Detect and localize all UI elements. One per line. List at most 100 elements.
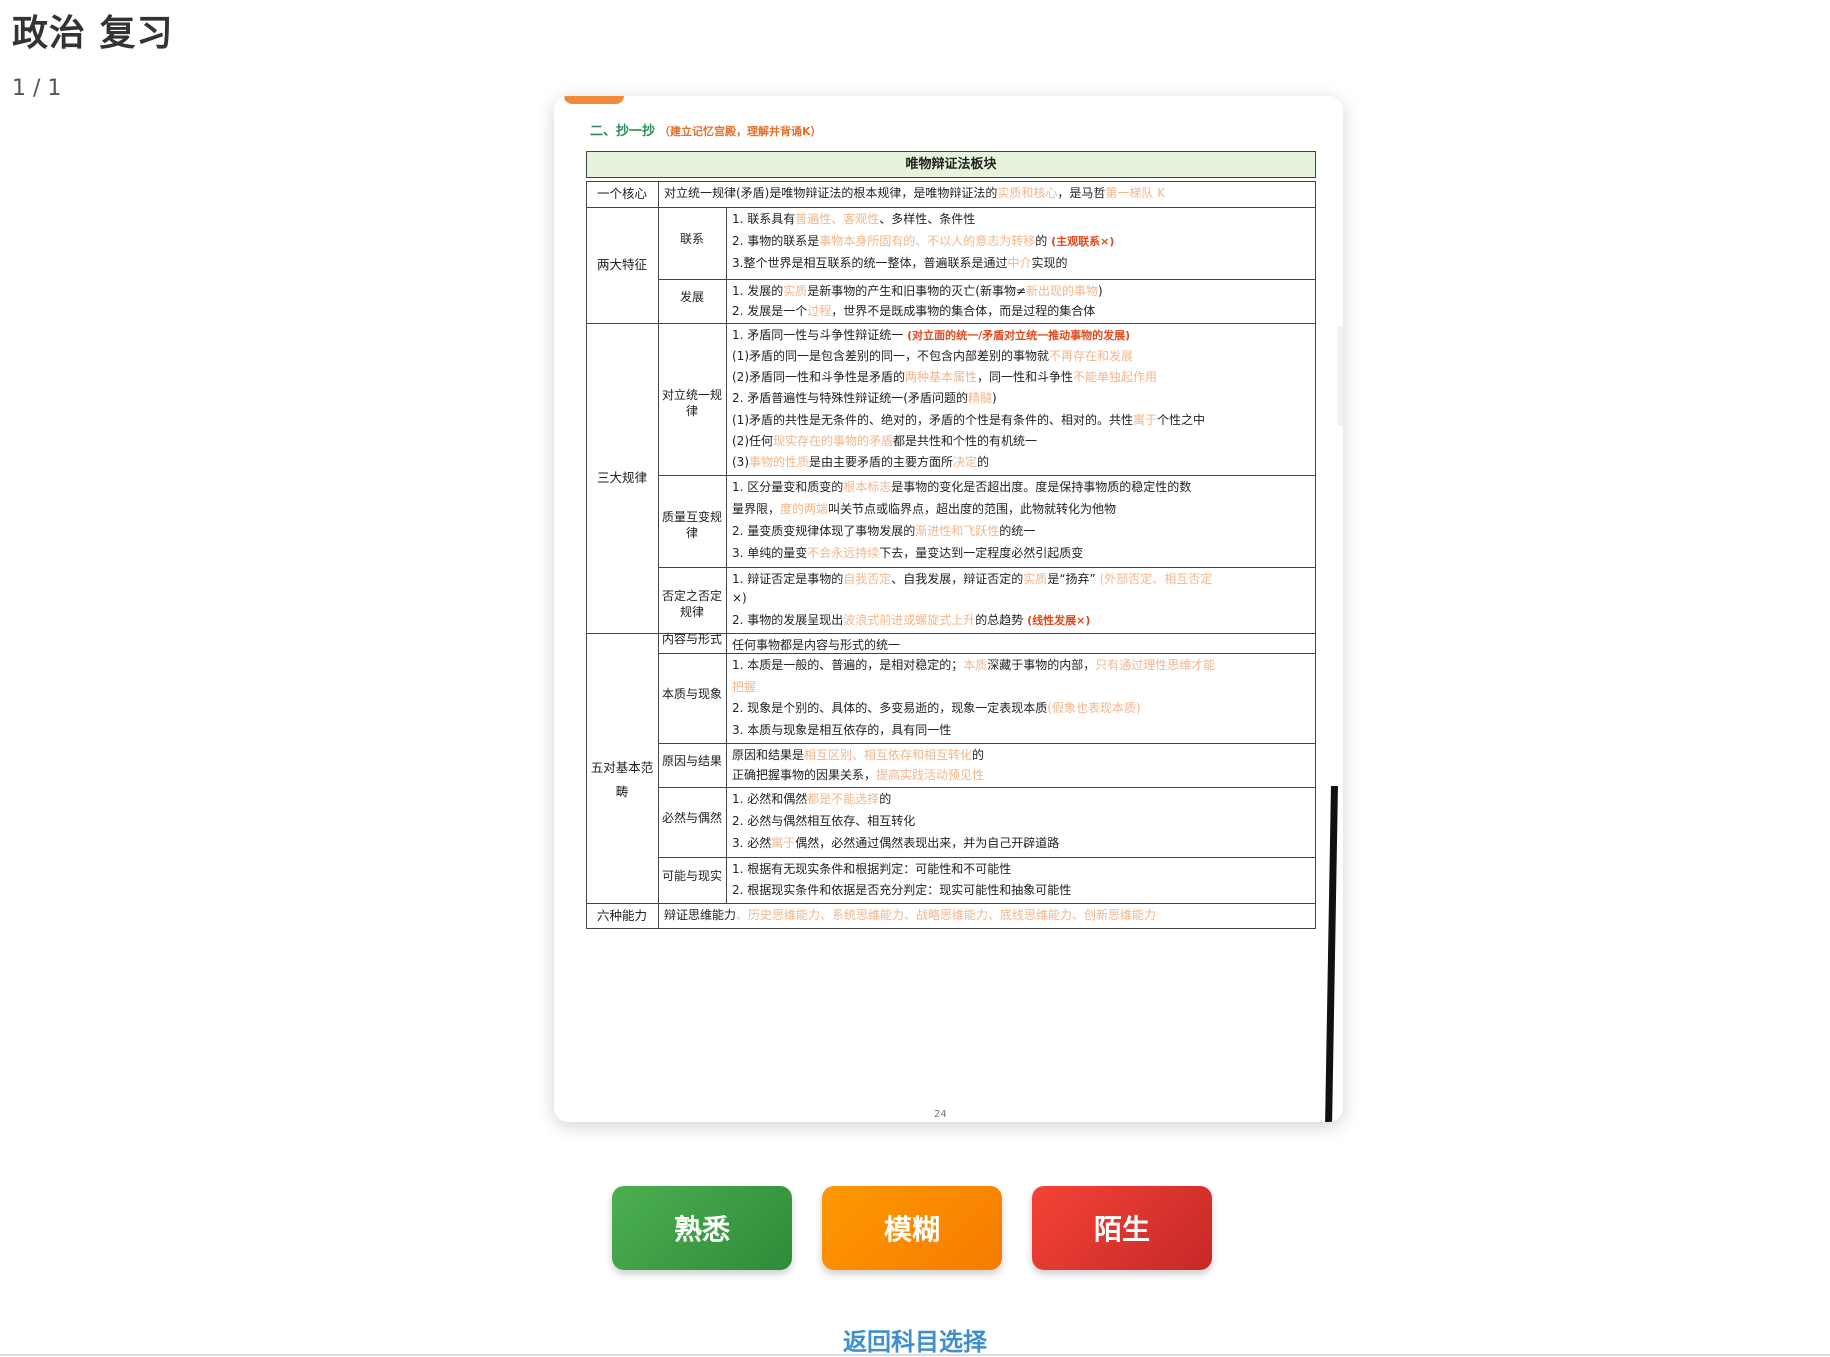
highlighted-text: 不会永远持续 bbox=[807, 546, 880, 560]
subcategory-label: 否定之否定规律 bbox=[661, 589, 722, 619]
note-line: 2. 必然与偶然相互依存、相互转化 bbox=[732, 812, 915, 829]
note-text: ) bbox=[1098, 284, 1103, 298]
highlighted-text: (线性发展×) bbox=[1027, 614, 1091, 628]
note-line: ×) bbox=[732, 591, 747, 605]
section-heading-text: 二、抄一抄 bbox=[590, 124, 656, 139]
highlighted-text: 现实存在的事物的矛盾 bbox=[773, 433, 894, 448]
highlighted-text: 渐进性和飞跃性 bbox=[915, 524, 1000, 538]
note-line: 正确把握事物的因果关系，提高实践活动预见性 bbox=[732, 766, 984, 783]
note-text: 的统一 bbox=[999, 524, 1036, 538]
category-label: 一个核心 bbox=[596, 186, 647, 201]
fuzzy-button[interactable]: 模糊 bbox=[822, 1186, 1002, 1270]
note-text: 的 bbox=[972, 748, 985, 762]
highlighted-text: 不再存在和发展 bbox=[1049, 349, 1134, 364]
highlighted-text: 实质和核心 bbox=[997, 186, 1058, 200]
table-title: 唯物辩证法板块 bbox=[586, 151, 1316, 178]
highlighted-text: 根本标志 bbox=[843, 480, 892, 494]
highlighted-text: 事物的性质 bbox=[749, 454, 810, 469]
subcategory-divider bbox=[726, 567, 727, 633]
back-to-subjects-link[interactable]: 返回科目选择 bbox=[0, 1322, 1830, 1357]
note-text: 偶然，必然通过偶然表现出来，并为自己开辟道路 bbox=[795, 836, 1060, 850]
note-text: 1. 必然和偶然 bbox=[732, 792, 808, 806]
note-text: 2. 发展是一个 bbox=[732, 304, 808, 318]
category-label: 两大特征 bbox=[596, 257, 647, 272]
highlighted-text: 新出现的事物 bbox=[1026, 284, 1099, 298]
note-text: ×) bbox=[732, 590, 747, 605]
note-text: 1. 辩证否定是事物的 bbox=[732, 572, 844, 586]
row-divider bbox=[658, 279, 1316, 280]
note-text: 、多样性、条件性 bbox=[879, 212, 976, 226]
note-line: 3.整个世界是相互联系的统一整体，普遍联系是通过中介实现的 bbox=[732, 254, 1067, 271]
note-text: 1. 区分量变和质变的 bbox=[732, 480, 844, 494]
note-line: (2)矛盾同一性和斗争性是矛盾的两种基本属性，同一性和斗争性不能单独起作用 bbox=[732, 368, 1157, 385]
familiar-button[interactable]: 熟悉 bbox=[612, 1186, 792, 1270]
note-line: 1. 矛盾同一性与斗争性辩证统一 (对立面的统一/矛盾对立统一推动事物的发展) bbox=[732, 326, 1130, 343]
highlighted-text: 都是不能选择 bbox=[807, 792, 880, 806]
highlighted-text: (对立面的统一/矛盾对立统一推动事物的发展) bbox=[907, 329, 1131, 342]
subcategory-label: 本质与现象 bbox=[661, 687, 722, 701]
category-label: 六种能力 bbox=[596, 908, 647, 923]
note-line: 2. 事物的联系是事物本身所固有的、不以人的意志为转移的 (主观联系×) bbox=[732, 232, 1114, 249]
note-text: 的 bbox=[977, 454, 990, 469]
highlighted-text: 把握 bbox=[732, 679, 757, 694]
note-line: 辩证思维能力、历史思维能力、系统思维能力、战略思维能力、底线思维能力、创新思维能… bbox=[664, 906, 1156, 923]
highlighted-text: 实质 bbox=[783, 284, 808, 298]
highlighted-text: 、历史思维能力、系统思维能力、战略思维能力、底线思维能力、创新思维能力 bbox=[736, 908, 1157, 922]
note-text: 是事物的变化是否超出度。度是保持事物质的稳定性的数 bbox=[891, 480, 1192, 494]
progress-indicator: 1 / 1 bbox=[12, 76, 62, 101]
subcategory-divider bbox=[726, 279, 727, 323]
page-edge-tab bbox=[1337, 326, 1343, 426]
note-line: 对立统一规律(矛盾)是唯物辩证法的根本规律，是唯物辩证法的实质和核心，是马哲第一… bbox=[664, 184, 1165, 201]
subcategory-label: 发展 bbox=[679, 290, 704, 304]
page-title: 政治 复习 bbox=[12, 13, 174, 54]
note-text: 实现的 bbox=[1031, 256, 1068, 270]
subcategory-label: 联系 bbox=[679, 232, 704, 246]
note-text: 的 bbox=[1035, 234, 1052, 248]
row-divider bbox=[586, 207, 1316, 208]
subcategory-divider bbox=[726, 207, 727, 279]
section-heading: 二、抄一抄 （建立记忆宫殿，理解并背诵K） bbox=[590, 120, 822, 139]
category-label: 五对基本范畴 bbox=[590, 760, 654, 799]
highlighted-text: 两种基本属性 bbox=[905, 370, 978, 385]
note-text: 、自我发展，辩证否定的 bbox=[891, 572, 1024, 586]
note-text: 的 bbox=[879, 792, 892, 806]
note-text: 2. 根据现实条件和依据是否充分判定：现实可能性和抽象可能性 bbox=[732, 883, 1072, 897]
row-divider bbox=[658, 653, 1316, 654]
note-text: 是“扬弃” bbox=[1047, 572, 1100, 586]
highlighted-text: 普遍性、客观性 bbox=[795, 212, 880, 226]
unfamiliar-button[interactable]: 陌生 bbox=[1032, 1186, 1212, 1270]
highlighted-text: 本质 bbox=[963, 658, 988, 672]
note-line: 1. 发展的实质是新事物的产生和旧事物的灭亡(新事物≠新出现的事物) bbox=[732, 282, 1103, 299]
row-divider bbox=[658, 743, 1316, 744]
highlighted-text: 寓于 bbox=[771, 836, 796, 850]
row-divider bbox=[586, 903, 1316, 904]
subcategory-label: 可能与现实 bbox=[661, 869, 722, 883]
note-text: 量界限， bbox=[732, 502, 781, 516]
subcategory-label: 必然与偶然 bbox=[661, 811, 722, 825]
note-line: 2. 发展是一个过程，世界不是既成事物的集合体，而是过程的集合体 bbox=[732, 302, 1095, 319]
subcategory-divider bbox=[726, 857, 727, 903]
note-text: 是由主要矛盾的主要方面所 bbox=[809, 454, 954, 469]
note-text: 下去，量变达到一定程度必然引起质变 bbox=[879, 546, 1084, 560]
note-line: 原因和结果是相互区别、相互依存和相互转化的 bbox=[732, 746, 984, 763]
highlighted-text: 相互区别、相互依存和相互转化 bbox=[804, 748, 973, 762]
note-line: (1)矛盾的共性是无条件的、绝对的，矛盾的个性是有条件的、相对的。共性寓于个性之… bbox=[732, 411, 1205, 428]
note-text: ，是马哲 bbox=[1057, 186, 1106, 200]
highlighted-text: 不能单独起作用 bbox=[1073, 370, 1158, 385]
note-text: 辩证思维能力 bbox=[664, 908, 737, 922]
note-line: 1. 区分量变和质变的根本标志是事物的变化是否超出度。度是保持事物质的稳定性的数 bbox=[732, 478, 1191, 495]
note-line: 1. 联系具有普遍性、客观性、多样性、条件性 bbox=[732, 210, 975, 227]
note-line: 2. 根据现实条件和依据是否充分判定：现实可能性和抽象可能性 bbox=[732, 881, 1071, 898]
subcategory-label: 对立统一规律 bbox=[661, 388, 722, 418]
note-text: 2. 必然与偶然相互依存、相互转化 bbox=[732, 814, 916, 828]
note-text: (3) bbox=[732, 454, 749, 469]
note-text: 1. 发展的 bbox=[732, 284, 784, 298]
note-text: 2. 量变质变规律体现了事物发展的 bbox=[732, 524, 916, 538]
note-text: 的总趋势 bbox=[975, 613, 1028, 628]
row-divider bbox=[658, 787, 1316, 788]
note-text: 3. 本质与现象是相互依存的，具有同一性 bbox=[732, 722, 952, 737]
note-line: (3)事物的性质是由主要矛盾的主要方面所决定的 bbox=[732, 453, 989, 470]
note-line: 1. 根据有无现实条件和根据判定：可能性和不可能性 bbox=[732, 860, 1011, 877]
subcategory-label: 原因与结果 bbox=[661, 754, 722, 768]
note-line: 3. 必然寓于偶然，必然通过偶然表现出来，并为自己开辟道路 bbox=[732, 834, 1059, 851]
